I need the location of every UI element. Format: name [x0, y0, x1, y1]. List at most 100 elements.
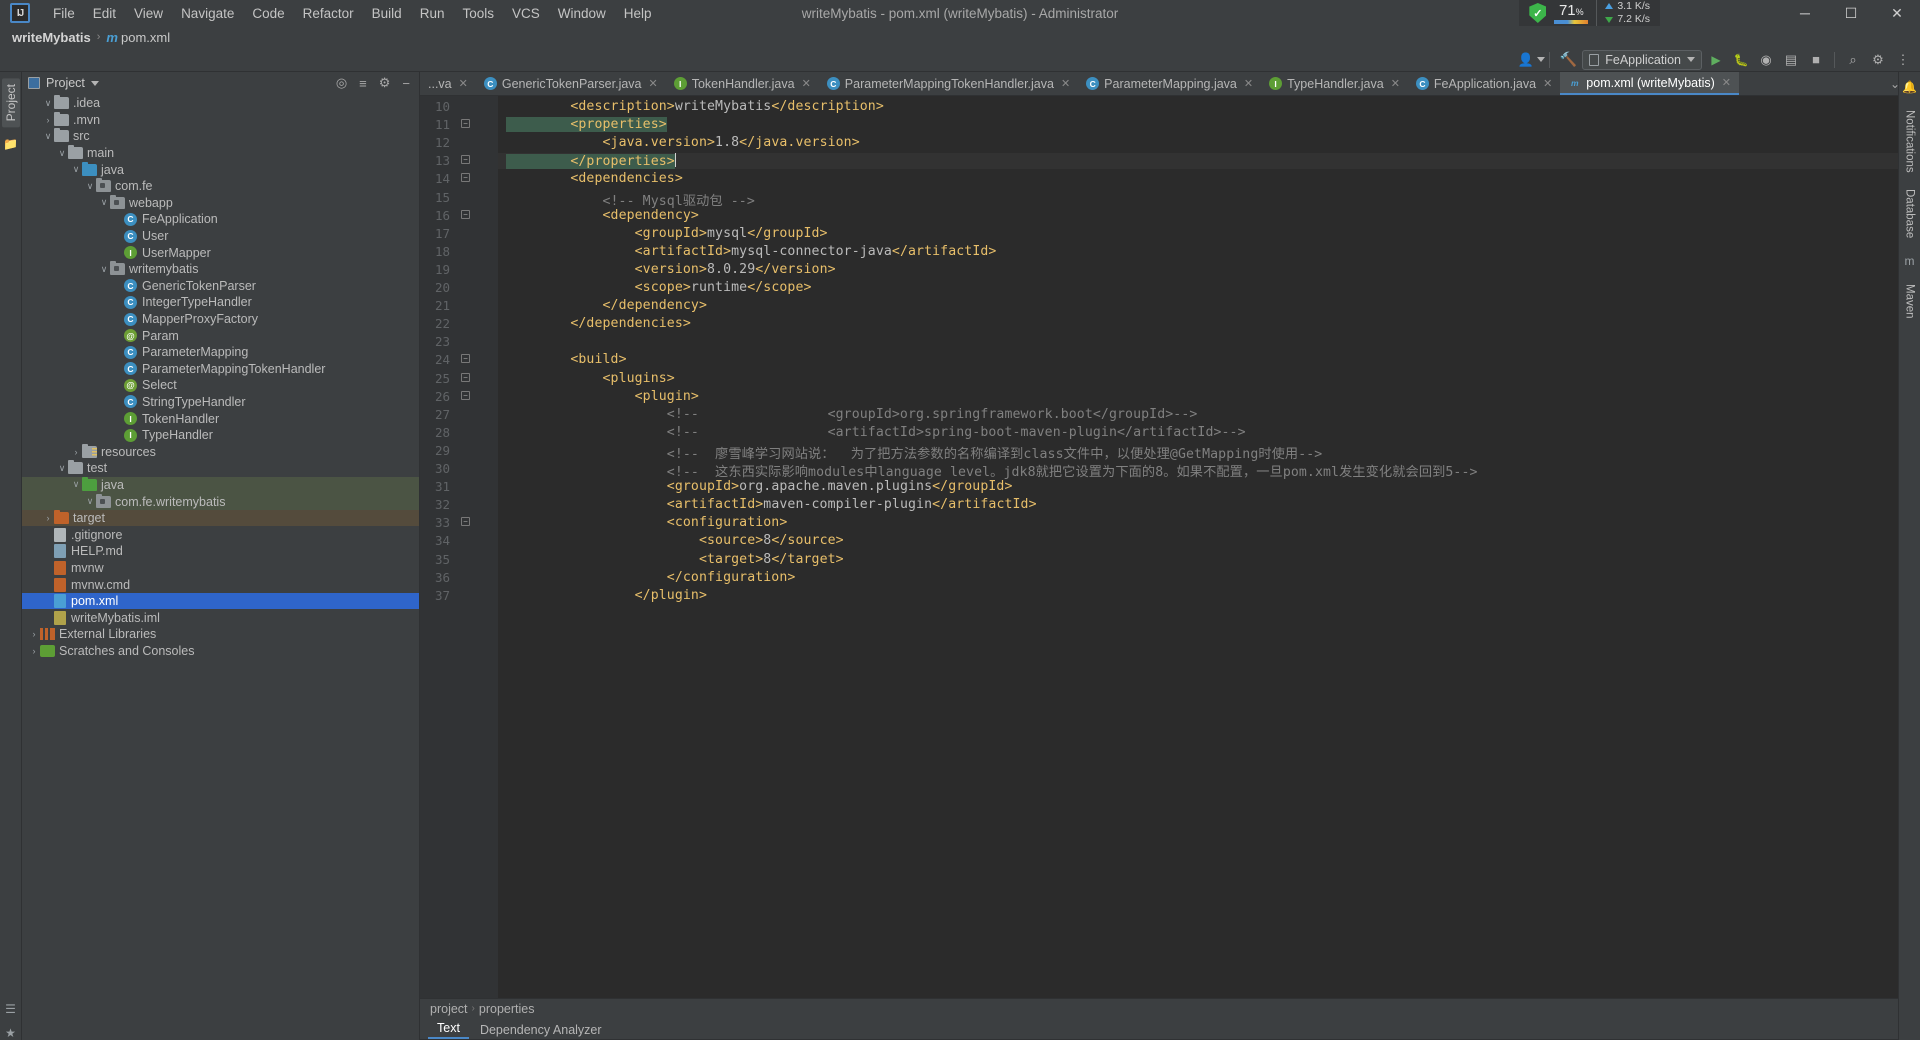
close-icon[interactable]: ✕: [1391, 77, 1400, 90]
chevron-right-icon[interactable]: ›: [28, 646, 40, 656]
tab-dependency-analyzer[interactable]: Dependency Analyzer: [471, 1021, 611, 1039]
tree-item[interactable]: writeMybatis.iml: [22, 609, 419, 626]
fold-toggle-icon[interactable]: −: [461, 517, 470, 526]
editor-tab[interactable]: CFeApplication.java✕: [1408, 72, 1560, 95]
chevron-down-icon[interactable]: [91, 81, 99, 86]
run-button[interactable]: ▶: [1705, 50, 1727, 70]
menu-item-help[interactable]: Help: [615, 3, 661, 24]
bookmarks-icon[interactable]: ★: [5, 1026, 16, 1040]
breadcrumb-project[interactable]: writeMybatis: [12, 30, 91, 45]
tree-item[interactable]: CParameterMappingTokenHandler: [22, 361, 419, 378]
tree-item[interactable]: ›Scratches and Consoles: [22, 643, 419, 660]
editor-tab[interactable]: ITypeHandler.java✕: [1261, 72, 1408, 95]
close-icon[interactable]: ✕: [1543, 77, 1552, 90]
tree-item[interactable]: ∨com.fe.writemybatis: [22, 493, 419, 510]
code-line[interactable]: <scope>runtime</scope>: [506, 280, 812, 295]
sidebar-tab-maven[interactable]: Maven: [1904, 284, 1916, 319]
code-lines[interactable]: <description>writeMybatis</description> …: [498, 96, 1906, 998]
editor-tab[interactable]: CParameterMapping.java✕: [1078, 72, 1261, 95]
menu-item-navigate[interactable]: Navigate: [172, 3, 243, 24]
tree-item[interactable]: @Param: [22, 327, 419, 344]
chevron-right-icon[interactable]: ›: [42, 115, 54, 125]
tab-text[interactable]: Text: [428, 1019, 469, 1039]
chevron-down-icon[interactable]: ∨: [70, 164, 82, 175]
minimize-icon[interactable]: −: [399, 76, 413, 91]
code-line[interactable]: <dependencies>: [506, 171, 683, 186]
tree-item[interactable]: ∨java: [22, 161, 419, 178]
code-line[interactable]: <artifactId>mysql-connector-java</artifa…: [506, 244, 996, 259]
chevron-down-icon[interactable]: ∨: [42, 98, 54, 109]
tree-item[interactable]: ›target: [22, 510, 419, 527]
gear-icon[interactable]: ⚙: [376, 75, 394, 91]
code-line[interactable]: </properties>: [498, 153, 1906, 169]
tree-item[interactable]: ∨test: [22, 460, 419, 477]
breadcrumb-file[interactable]: pom.xml: [121, 30, 170, 45]
tree-item[interactable]: @Select: [22, 377, 419, 394]
menu-item-vcs[interactable]: VCS: [503, 3, 549, 24]
code-breadcrumb-item-0[interactable]: project: [430, 1002, 468, 1016]
menu-item-refactor[interactable]: Refactor: [294, 3, 363, 24]
chevron-right-icon[interactable]: ›: [28, 629, 40, 639]
fold-toggle-icon[interactable]: −: [461, 391, 470, 400]
code-line[interactable]: <plugin>: [506, 389, 699, 404]
tree-item[interactable]: .gitignore: [22, 526, 419, 543]
menu-item-tools[interactable]: Tools: [453, 3, 503, 24]
tree-item[interactable]: ∨java: [22, 477, 419, 494]
code-line[interactable]: <!-- Mysql驱动包 -->: [506, 190, 755, 209]
tree-item[interactable]: ∨com.fe: [22, 178, 419, 195]
chevron-right-icon[interactable]: ›: [42, 513, 54, 523]
tree-item[interactable]: CIntegerTypeHandler: [22, 294, 419, 311]
tree-item[interactable]: HELP.md: [22, 543, 419, 560]
tree-item[interactable]: ›resources: [22, 443, 419, 460]
maven-logo-icon[interactable]: m: [1905, 254, 1915, 268]
tree-item[interactable]: CMapperProxyFactory: [22, 311, 419, 328]
menu-item-view[interactable]: View: [125, 3, 172, 24]
menu-item-code[interactable]: Code: [243, 3, 293, 24]
fold-toggle-icon[interactable]: −: [461, 155, 470, 164]
stop-button[interactable]: ■: [1805, 50, 1827, 70]
menu-item-window[interactable]: Window: [549, 3, 615, 24]
tree-item[interactable]: ›External Libraries: [22, 626, 419, 643]
tree-item[interactable]: CFeApplication: [22, 211, 419, 228]
tree-item[interactable]: ∨src: [22, 128, 419, 145]
more-icon[interactable]: ⋮: [1892, 50, 1914, 70]
menu-item-file[interactable]: File: [44, 3, 84, 24]
tree-item[interactable]: CStringTypeHandler: [22, 394, 419, 411]
tree-item[interactable]: ∨.idea: [22, 95, 419, 112]
close-icon[interactable]: ✕: [802, 77, 811, 90]
tree-item[interactable]: mvnw.cmd: [22, 576, 419, 593]
tree-item[interactable]: ITokenHandler: [22, 410, 419, 427]
minimize-button[interactable]: ─: [1782, 0, 1828, 26]
editor-tab[interactable]: ITokenHandler.java✕: [666, 72, 819, 95]
code-line[interactable]: <build>: [506, 352, 627, 367]
code-line[interactable]: <properties>: [506, 117, 667, 132]
close-icon[interactable]: ✕: [459, 77, 468, 90]
tree-item[interactable]: IUserMapper: [22, 244, 419, 261]
tree-item[interactable]: CUser: [22, 228, 419, 245]
profile-button[interactable]: ▤: [1780, 50, 1802, 70]
chevron-down-icon[interactable]: ∨: [56, 463, 68, 474]
editor-tab[interactable]: CGenericTokenParser.java✕: [476, 72, 666, 95]
editor-tab[interactable]: CParameterMappingTokenHandler.java✕: [819, 72, 1078, 95]
chevron-right-icon[interactable]: ›: [70, 447, 82, 457]
code-breadcrumb-item-1[interactable]: properties: [479, 1002, 535, 1016]
chevron-down-icon[interactable]: ∨: [98, 197, 110, 208]
code-line[interactable]: <groupId>org.apache.maven.plugins</group…: [506, 479, 1013, 494]
fold-toggle-icon[interactable]: −: [461, 210, 470, 219]
maximize-button[interactable]: ☐: [1828, 0, 1874, 26]
folder-icon[interactable]: 📁: [3, 137, 18, 151]
collapse-all-icon[interactable]: ≡: [356, 76, 370, 91]
crosshair-icon[interactable]: ◎: [333, 75, 350, 91]
tree-item[interactable]: ITypeHandler: [22, 427, 419, 444]
fold-toggle-icon[interactable]: −: [461, 173, 470, 182]
chevron-down-icon[interactable]: ∨: [70, 479, 82, 490]
code-line[interactable]: <!-- 廖雪峰学习网站说： 为了把方法参数的名称编译到class文件中，以便处…: [506, 443, 1322, 462]
fold-toggle-icon[interactable]: −: [461, 373, 470, 382]
menu-item-build[interactable]: Build: [363, 3, 411, 24]
code-line[interactable]: <version>8.0.29</version>: [506, 262, 836, 277]
code-line[interactable]: <java.version>1.8</java.version>: [506, 135, 860, 150]
user-icon[interactable]: 👤: [1520, 50, 1542, 70]
close-button[interactable]: ✕: [1874, 0, 1920, 26]
sidebar-tab-database[interactable]: Database: [1904, 189, 1916, 238]
code-line[interactable]: <!-- <artifactId>spring-boot-maven-plugi…: [506, 425, 1246, 440]
